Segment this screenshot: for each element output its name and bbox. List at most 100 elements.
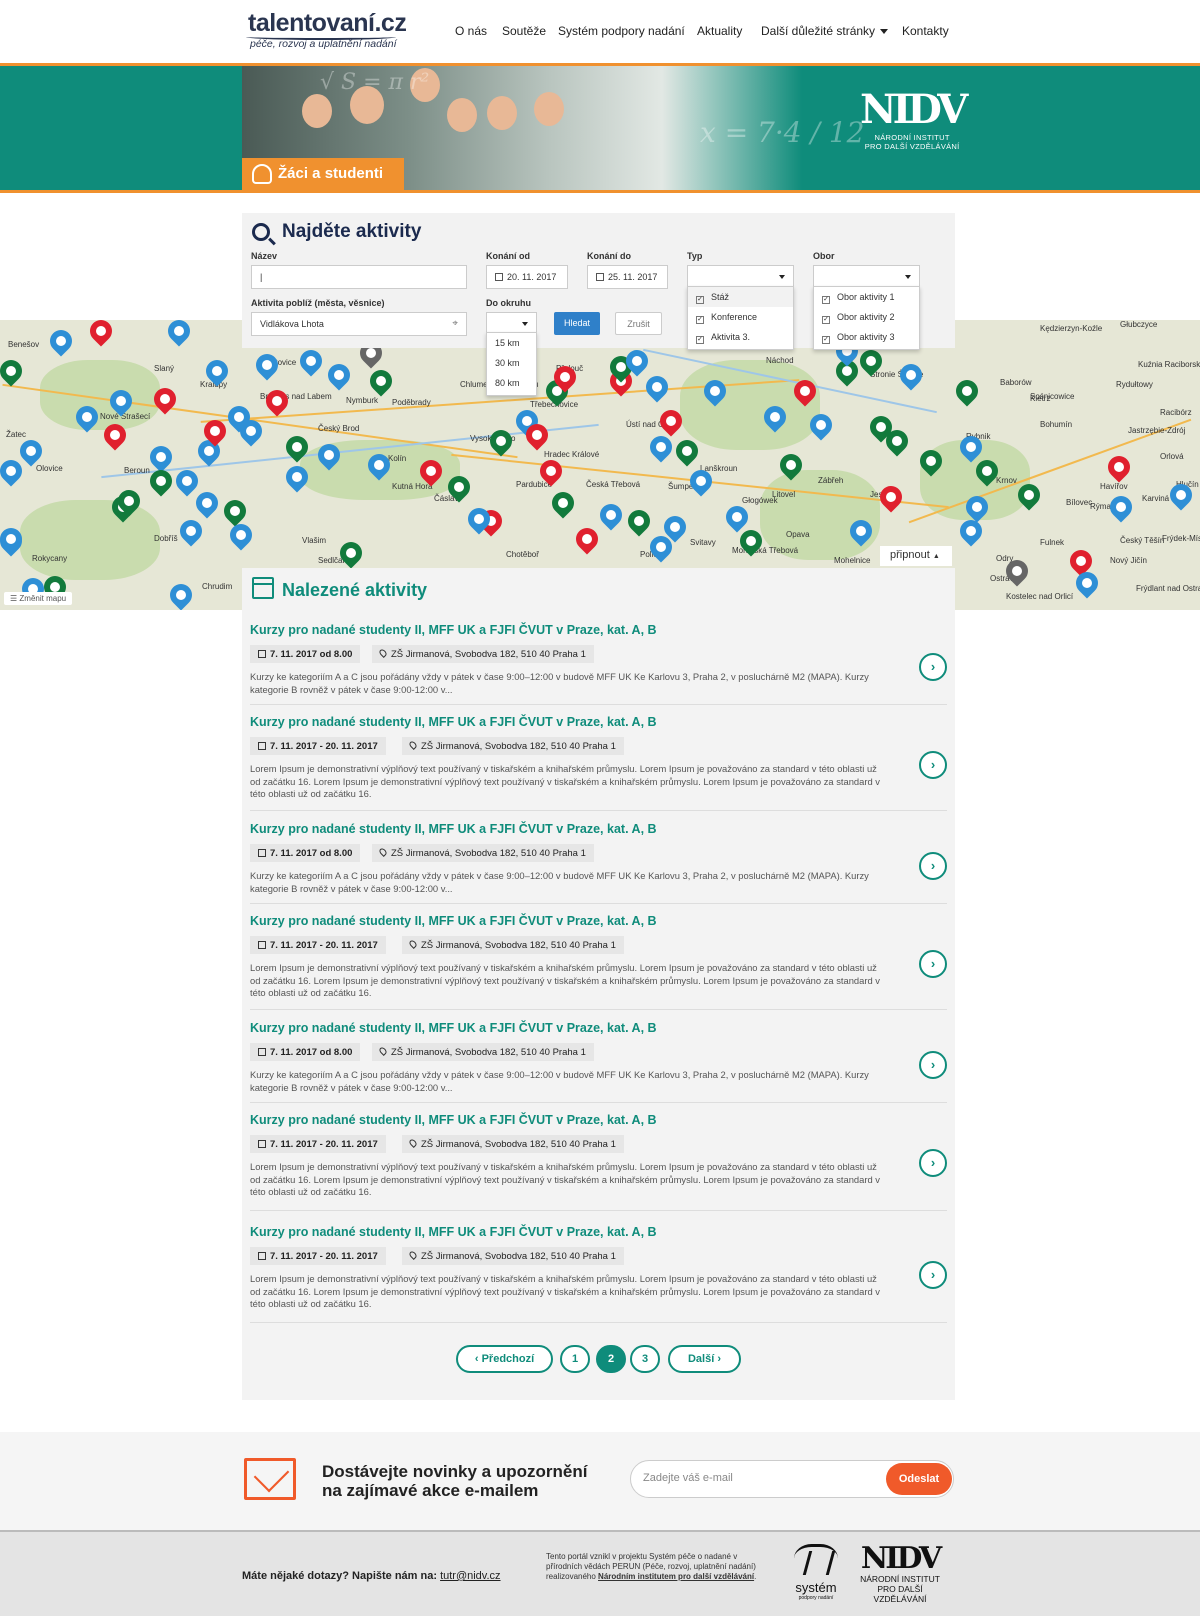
map-marker-blue-icon[interactable]	[15, 435, 47, 467]
nav-aktuality[interactable]: Aktuality	[697, 24, 742, 38]
date-to-input[interactable]: 25. 11. 2017	[587, 265, 668, 289]
map-marker-blue-icon[interactable]	[645, 431, 677, 463]
type-option[interactable]: ✓ Aktivita 3.	[688, 327, 793, 347]
pagination-page-2[interactable]: 2	[596, 1345, 626, 1373]
result-title[interactable]: Kurzy pro nadané studenty II, MFF UK a F…	[250, 914, 657, 928]
map-marker-blue-icon[interactable]	[251, 349, 283, 381]
cancel-button[interactable]: Zrušit	[615, 312, 662, 335]
search-button[interactable]: Hledat	[554, 312, 600, 335]
newsletter-section: Dostávejte novinky a upozornění na zajím…	[0, 1432, 1200, 1530]
pagination-next-button[interactable]: Další ›	[668, 1345, 741, 1373]
map-marker-red-icon[interactable]	[571, 523, 603, 555]
result-open-button[interactable]: ›	[919, 653, 947, 681]
nidv-logo[interactable]: NIDV NÁRODNÍ INSTITUT PRO DALŠÍ VZDĚLÁVÁ…	[860, 86, 968, 151]
map-marker-blue-icon[interactable]	[955, 515, 987, 547]
result-open-button[interactable]: ›	[919, 950, 947, 978]
field-option[interactable]: ✓ Obor aktivity 1	[814, 287, 919, 307]
radius-option[interactable]: 80 km	[487, 373, 536, 393]
pagination-page-1[interactable]: 1	[560, 1345, 590, 1373]
field-option[interactable]: ✓ Obor aktivity 2	[814, 307, 919, 327]
footer-email-link[interactable]: tutr@nidv.cz	[440, 1570, 500, 1582]
map-marker-green-icon[interactable]	[623, 505, 655, 537]
result-open-button[interactable]: ›	[919, 1149, 947, 1177]
map-marker-green-icon[interactable]	[219, 495, 251, 527]
result-place: ZŠ Jirmanová, Svobodva 182, 510 40 Praha…	[391, 848, 586, 859]
result-item[interactable]: Kurzy pro nadané studenty II, MFF UK a F…	[250, 1225, 947, 1323]
result-place: ZŠ Jirmanová, Svobodva 182, 510 40 Praha…	[421, 940, 616, 951]
result-item[interactable]: Kurzy pro nadané studenty II, MFF UK a F…	[250, 822, 947, 904]
map-marker-blue-icon[interactable]	[595, 499, 627, 531]
map-marker-green-icon[interactable]	[365, 365, 397, 397]
result-title[interactable]: Kurzy pro nadané studenty II, MFF UK a F…	[250, 1225, 657, 1239]
map-marker-red-icon[interactable]	[85, 320, 117, 347]
pagination-prev-button[interactable]: ‹ Předchozí	[456, 1345, 553, 1373]
map-city-label: Racibórz	[1160, 408, 1192, 417]
locate-icon[interactable]: ⌖	[452, 318, 458, 329]
map-marker-red-icon[interactable]	[1065, 545, 1097, 577]
map-marker-blue-icon[interactable]	[225, 519, 257, 551]
map-marker-blue-icon[interactable]	[1105, 491, 1137, 523]
result-open-button[interactable]: ›	[919, 852, 947, 880]
result-item[interactable]: Kurzy pro nadané studenty II, MFF UK a F…	[250, 1021, 947, 1103]
field-label: Obor	[813, 251, 835, 261]
result-open-button[interactable]: ›	[919, 1051, 947, 1079]
map-marker-blue-icon[interactable]	[323, 359, 355, 391]
radius-option[interactable]: 15 km	[487, 333, 536, 353]
type-option[interactable]: ✓ Stáž	[688, 287, 793, 307]
map-marker-blue-icon[interactable]	[641, 371, 673, 403]
result-item[interactable]: Kurzy pro nadané studenty II, MFF UK a F…	[250, 715, 947, 811]
type-option[interactable]: ✓ Konference	[688, 307, 793, 327]
date-from-input[interactable]: 20. 11. 2017	[486, 265, 568, 289]
nav-souteze[interactable]: Soutěže	[502, 24, 546, 38]
activity-map[interactable]: Benešov Slaný Kralupy Neratovice Nymburk…	[0, 320, 1200, 610]
radius-option[interactable]: 30 km	[487, 353, 536, 373]
newsletter-submit-button[interactable]: Odeslat	[886, 1463, 952, 1495]
result-title[interactable]: Kurzy pro nadané studenty II, MFF UK a F…	[250, 1021, 657, 1035]
map-marker-blue-icon[interactable]	[45, 325, 77, 357]
result-description: Kurzy ke kategoriím A a C jsou pořádány …	[250, 1069, 869, 1093]
field-option-label: Obor aktivity 3	[837, 332, 895, 342]
map-marker-red-icon[interactable]	[1103, 451, 1135, 483]
result-place-tag: ZŠ Jirmanová, Svobodva 182, 510 40 Praha…	[372, 844, 594, 862]
name-label: Název	[251, 251, 278, 261]
type-option-label: Konference	[711, 312, 758, 322]
nearby-input[interactable]: Vidlákova Lhota ⌖	[251, 312, 467, 336]
map-marker-gray-icon[interactable]	[165, 579, 197, 610]
map-marker-red-icon[interactable]	[875, 481, 907, 513]
nidv-logo-text-1: NÁRODNÍ INSTITUT	[874, 133, 950, 142]
map-marker-green-icon[interactable]	[0, 355, 27, 387]
nav-system-podpory[interactable]: Systém podpory nadání	[558, 24, 685, 38]
map-marker-blue-icon[interactable]	[721, 501, 753, 533]
map-marker-blue-icon[interactable]	[0, 455, 27, 487]
result-open-button[interactable]: ›	[919, 751, 947, 779]
pin-panel-button[interactable]: připnout ▲	[880, 546, 952, 566]
map-marker-blue-icon[interactable]	[895, 359, 927, 391]
map-marker-blue-icon[interactable]	[295, 345, 327, 377]
result-title[interactable]: Kurzy pro nadané studenty II, MFF UK a F…	[250, 623, 657, 637]
name-input[interactable]: |	[251, 265, 467, 289]
map-marker-green-icon[interactable]	[547, 487, 579, 519]
result-item[interactable]: Kurzy pro nadané studenty II, MFF UK a F…	[250, 623, 947, 705]
result-open-button[interactable]: ›	[919, 1261, 947, 1289]
map-marker-green-icon[interactable]	[951, 375, 983, 407]
result-title[interactable]: Kurzy pro nadané studenty II, MFF UK a F…	[250, 715, 657, 729]
result-title[interactable]: Kurzy pro nadané studenty II, MFF UK a F…	[250, 822, 657, 836]
nav-kontakty[interactable]: Kontakty	[902, 24, 949, 38]
result-item[interactable]: Kurzy pro nadané studenty II, MFF UK a F…	[250, 914, 947, 1010]
footer-nidv-logo[interactable]: NIDV NÁRODNÍ INSTITUT PRO DALŠÍ VZDĚLÁVÁ…	[852, 1544, 948, 1605]
map-marker-red-icon[interactable]	[261, 385, 293, 417]
map-marker-blue-icon[interactable]	[163, 320, 195, 347]
result-item[interactable]: Kurzy pro nadané studenty II, MFF UK a F…	[250, 1113, 947, 1211]
field-option[interactable]: ✓ Obor aktivity 3	[814, 327, 919, 347]
footer-project-link[interactable]: Národním institutem pro další vzdělávání	[598, 1572, 754, 1581]
result-title[interactable]: Kurzy pro nadané studenty II, MFF UK a F…	[250, 1113, 657, 1127]
nav-dalsi-stranky[interactable]: Další důležité stránky	[761, 24, 889, 38]
logo-tagline: péče, rozvoj a uplatnění nadání	[250, 38, 397, 50]
change-map-button[interactable]: ☰ Změnit mapu	[4, 592, 73, 605]
system-podpory-logo[interactable]: systém podpory nadání	[790, 1544, 842, 1604]
result-date: 7. 11. 2017 - 20. 11. 2017	[270, 940, 378, 951]
map-marker-blue-icon[interactable]	[191, 487, 223, 519]
map-marker-blue-icon[interactable]	[175, 515, 207, 547]
pagination-page-3[interactable]: 3	[630, 1345, 660, 1373]
nav-o-nas[interactable]: O nás	[455, 24, 487, 38]
